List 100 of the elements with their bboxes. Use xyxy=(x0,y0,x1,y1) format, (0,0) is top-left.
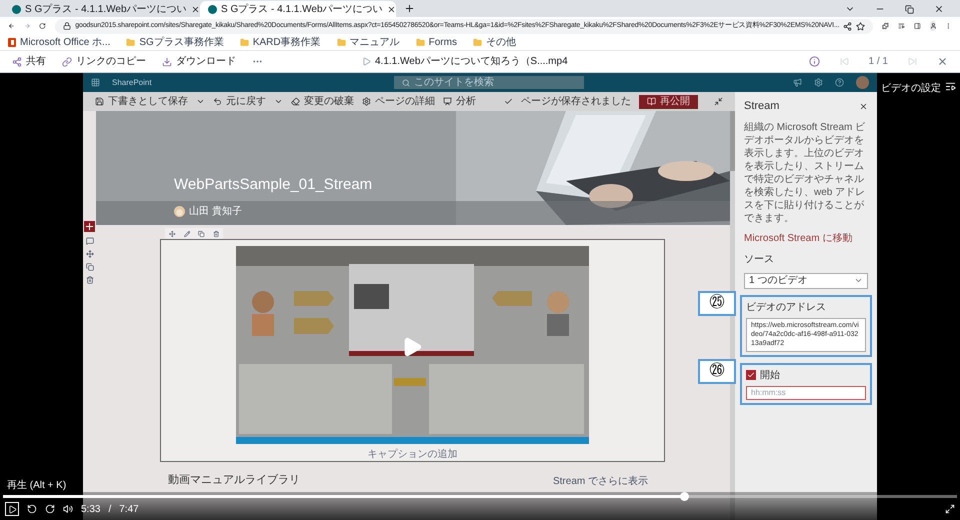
volume-icon[interactable] xyxy=(63,504,73,514)
video-settings-icon[interactable] xyxy=(945,81,956,92)
author-avatar xyxy=(174,206,185,217)
page-title: WebPartsSample_01_Stream xyxy=(174,174,374,194)
file-name: 4.1.1.Webパーツについて知ろう（S....mp4 xyxy=(375,55,568,69)
delete-icon[interactable] xyxy=(86,276,94,284)
folder-icon xyxy=(336,38,346,47)
comment-icon[interactable] xyxy=(86,237,94,245)
new-tab-icon[interactable] xyxy=(404,3,415,14)
site-icon xyxy=(12,4,21,14)
bookmark[interactable]: Forms xyxy=(416,35,457,50)
collapse-icon[interactable] xyxy=(714,97,723,106)
progress-bar[interactable] xyxy=(3,495,957,498)
time-separator: / xyxy=(108,502,112,516)
app-name: SharePoint xyxy=(112,76,153,88)
tab-title: S Gプラス - 4.1.1.Webパーツについ xyxy=(221,2,383,16)
move-icon[interactable] xyxy=(86,250,94,258)
fullscreen-icon[interactable] xyxy=(945,504,955,514)
folder-icon xyxy=(240,38,249,47)
page-counter: 1 / 1 xyxy=(868,55,888,69)
restore-icon[interactable] xyxy=(905,4,914,14)
toolbar-button[interactable]: 共有 xyxy=(12,54,46,69)
settings-icon[interactable] xyxy=(814,78,823,87)
stream-link[interactable]: Microsoft Stream に移動 xyxy=(744,230,868,246)
bookmark[interactable]: KARD事務作業 xyxy=(240,35,321,50)
media-icon[interactable] xyxy=(898,21,905,31)
bookmark-star-icon[interactable] xyxy=(856,22,866,30)
duplicate-icon[interactable] xyxy=(198,230,204,238)
bookmark[interactable]: その他 xyxy=(472,35,516,50)
command-icon xyxy=(362,97,371,106)
caption-field[interactable]: キャプションの追加 xyxy=(364,447,462,462)
help-icon[interactable] xyxy=(835,78,844,87)
command-icon xyxy=(443,97,452,106)
browser-tab[interactable]: S Gプラス - 4.1.1.Webパーツについ xyxy=(200,1,396,17)
browser-tab[interactable]: S Gプラス - 4.1.1.Webパーツについ xyxy=(4,1,200,17)
dropdown-icon[interactable] xyxy=(274,97,283,106)
close-viewer-icon[interactable] xyxy=(937,56,948,67)
close-icon[interactable] xyxy=(934,4,944,14)
dropdown-icon[interactable] xyxy=(196,97,205,106)
stream-link[interactable]: Stream でさらに表示 xyxy=(552,474,648,488)
checkbox-label: 開始 xyxy=(760,368,780,383)
bookmark[interactable]: SGプラス事務作業 xyxy=(126,35,224,50)
source-dropdown[interactable]: 1 つのビデオ xyxy=(744,272,868,288)
folder-icon xyxy=(472,38,482,47)
delete-icon[interactable] xyxy=(212,230,219,238)
command-button[interactable]: 変更の破棄 xyxy=(291,94,354,109)
folder-icon xyxy=(126,38,136,47)
panel-title: Stream xyxy=(744,99,780,114)
move-icon[interactable] xyxy=(169,230,176,238)
share-icon[interactable] xyxy=(843,22,852,30)
republish-button[interactable]: 再公開 xyxy=(639,94,698,108)
site-icon xyxy=(208,4,217,14)
side-panel-icon[interactable] xyxy=(914,21,921,31)
video-settings-label: ビデオの設定 xyxy=(881,82,941,96)
save-status: ページが保存されました xyxy=(521,95,631,109)
app-launcher-icon[interactable] xyxy=(91,78,100,87)
toolbar-button[interactable]: リンクのコピー xyxy=(62,54,146,69)
command-button[interactable]: 分析 xyxy=(443,94,476,109)
command-button[interactable]: ページの詳細 xyxy=(362,94,435,109)
action-icon xyxy=(62,56,72,66)
edit-icon[interactable] xyxy=(184,230,190,238)
toolbar-button[interactable]: ダウンロード xyxy=(162,54,236,69)
office-icon xyxy=(8,38,16,47)
reload-icon[interactable] xyxy=(39,21,46,31)
add-section-icon[interactable] xyxy=(84,221,95,232)
back-icon[interactable] xyxy=(8,21,15,31)
rewind-icon[interactable] xyxy=(27,504,37,514)
forward-icon[interactable] xyxy=(45,504,55,514)
megaphone-icon[interactable] xyxy=(793,78,802,87)
action-icon xyxy=(162,56,172,66)
field-label: ソース xyxy=(744,252,775,266)
start-time-field[interactable]: hh:mm:ss xyxy=(746,386,866,400)
info-icon[interactable] xyxy=(808,56,820,67)
command-button[interactable]: 元に戻す xyxy=(213,94,266,109)
command-icon xyxy=(213,97,222,106)
avatar xyxy=(856,76,869,89)
panel-description: 組織の Microsoft Stream ビデオポータルからビデオを表示します。上位のビデオを表示したり、ストリームで特定のビデオやチャネルを検索したり、web アドレスを下に貼り付けることができます。 xyxy=(744,120,866,224)
duplicate-icon[interactable] xyxy=(86,263,94,271)
book-icon xyxy=(647,97,656,106)
extensions-icon[interactable] xyxy=(882,21,890,31)
bookmark[interactable]: Microsoft Office ホ... xyxy=(8,35,110,50)
profile-icon[interactable] xyxy=(930,21,936,31)
action-icon xyxy=(12,56,22,66)
annotation-number: ㉕ xyxy=(698,290,736,316)
close-icon[interactable] xyxy=(859,102,868,111)
field-label: ビデオのアドレス xyxy=(746,300,827,314)
close-tab-icon[interactable] xyxy=(190,4,200,14)
video-file-icon xyxy=(362,57,371,66)
play-button[interactable] xyxy=(5,502,19,516)
command-icon xyxy=(291,97,300,106)
bookmark[interactable]: マニュアル xyxy=(336,35,400,50)
checkbox[interactable] xyxy=(746,370,756,380)
address-bar[interactable] xyxy=(55,18,874,34)
check-icon xyxy=(747,371,755,380)
chevron-icon xyxy=(854,276,863,285)
command-button[interactable]: 下書きとして保存 xyxy=(95,94,188,109)
current-time: 5:33 xyxy=(81,502,100,516)
close-tab-icon[interactable] xyxy=(386,4,396,14)
check-icon xyxy=(504,97,513,106)
duration: 7:47 xyxy=(119,502,139,516)
